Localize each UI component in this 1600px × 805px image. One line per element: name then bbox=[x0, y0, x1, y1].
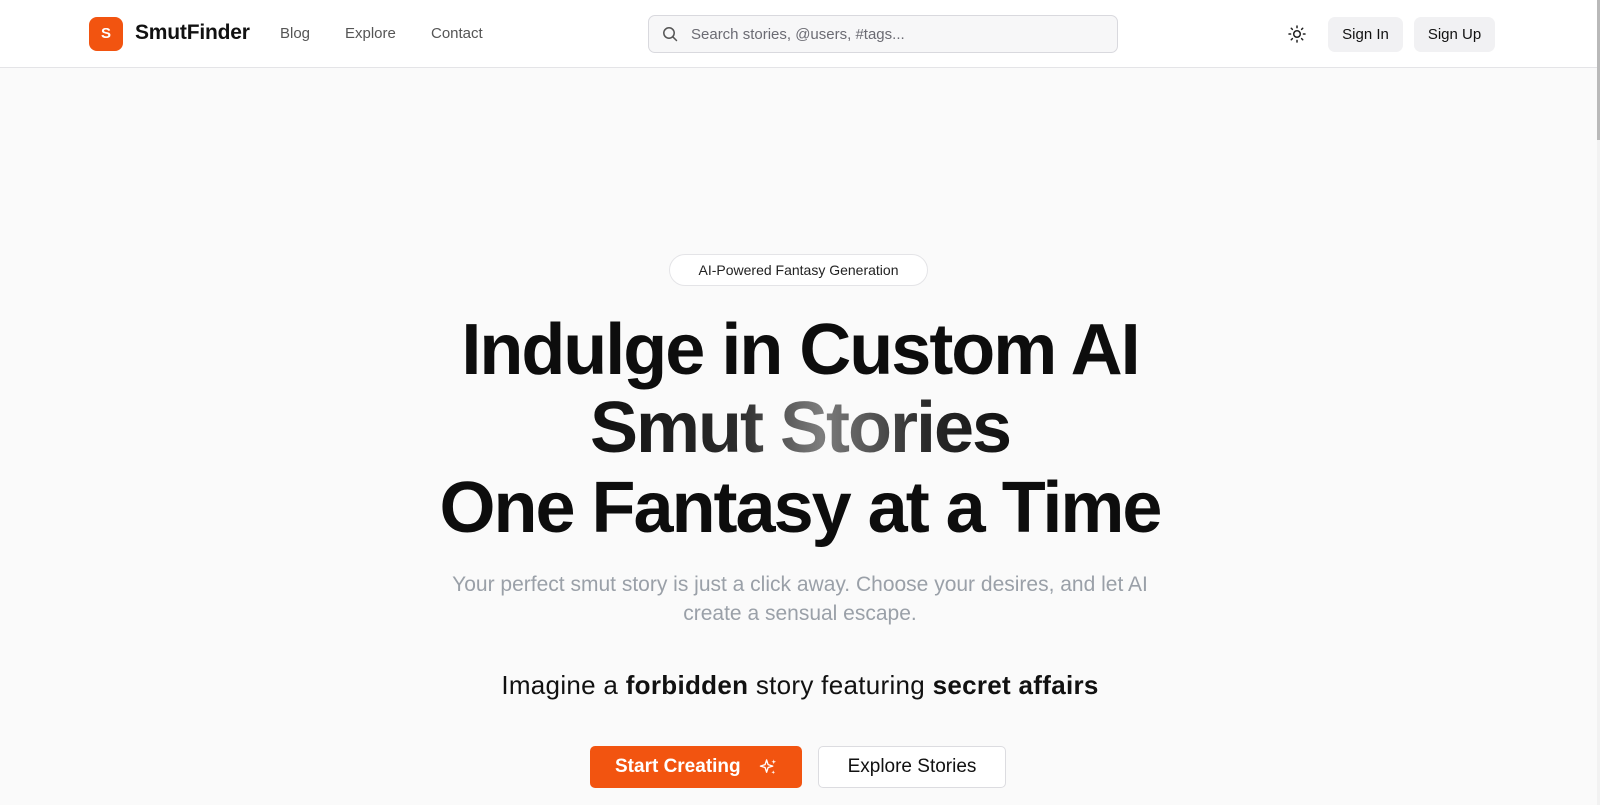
theme-toggle-button[interactable] bbox=[1285, 22, 1309, 46]
sign-up-button[interactable]: Sign Up bbox=[1414, 17, 1495, 52]
imagine-prompt: Imagine a forbidden story featuring secr… bbox=[0, 670, 1600, 701]
sign-in-button[interactable]: Sign In bbox=[1328, 17, 1403, 52]
start-creating-label: Start Creating bbox=[615, 756, 741, 777]
nav-link-contact[interactable]: Contact bbox=[431, 25, 483, 42]
headline-line-1: Indulge in Custom AI bbox=[461, 310, 1140, 390]
nav-link-explore[interactable]: Explore bbox=[345, 25, 396, 42]
search-icon bbox=[663, 27, 678, 42]
imagine-keyword-1: forbidden bbox=[625, 670, 749, 700]
imagine-middle: story featuring bbox=[748, 670, 933, 700]
search-bar[interactable] bbox=[648, 15, 1118, 53]
headline-gradient-text: Smut Stories bbox=[589, 388, 1012, 468]
imagine-keyword-2: secret affairs bbox=[932, 670, 1099, 700]
headline-line-2: Smut Stories bbox=[0, 388, 1600, 468]
nav-link-blog[interactable]: Blog bbox=[280, 25, 310, 42]
explore-stories-button[interactable]: Explore Stories bbox=[818, 746, 1006, 788]
sparkles-icon bbox=[759, 759, 777, 775]
sun-icon bbox=[1288, 25, 1306, 43]
hero-subtitle: Your perfect smut story is just a click … bbox=[452, 573, 1148, 625]
brand-name[interactable]: SmutFinder bbox=[135, 21, 250, 45]
top-header: S SmutFinder Blog Explore Contact Sign I… bbox=[0, 0, 1600, 68]
headline-line-3: One Fantasy at a Time bbox=[439, 468, 1163, 548]
feature-badge: AI-Powered Fantasy Generation bbox=[669, 254, 928, 286]
start-creating-button[interactable]: Start Creating bbox=[590, 746, 802, 788]
imagine-prefix: Imagine a bbox=[501, 670, 626, 700]
search-input[interactable] bbox=[691, 16, 1111, 52]
logo-icon[interactable]: S bbox=[89, 17, 123, 51]
